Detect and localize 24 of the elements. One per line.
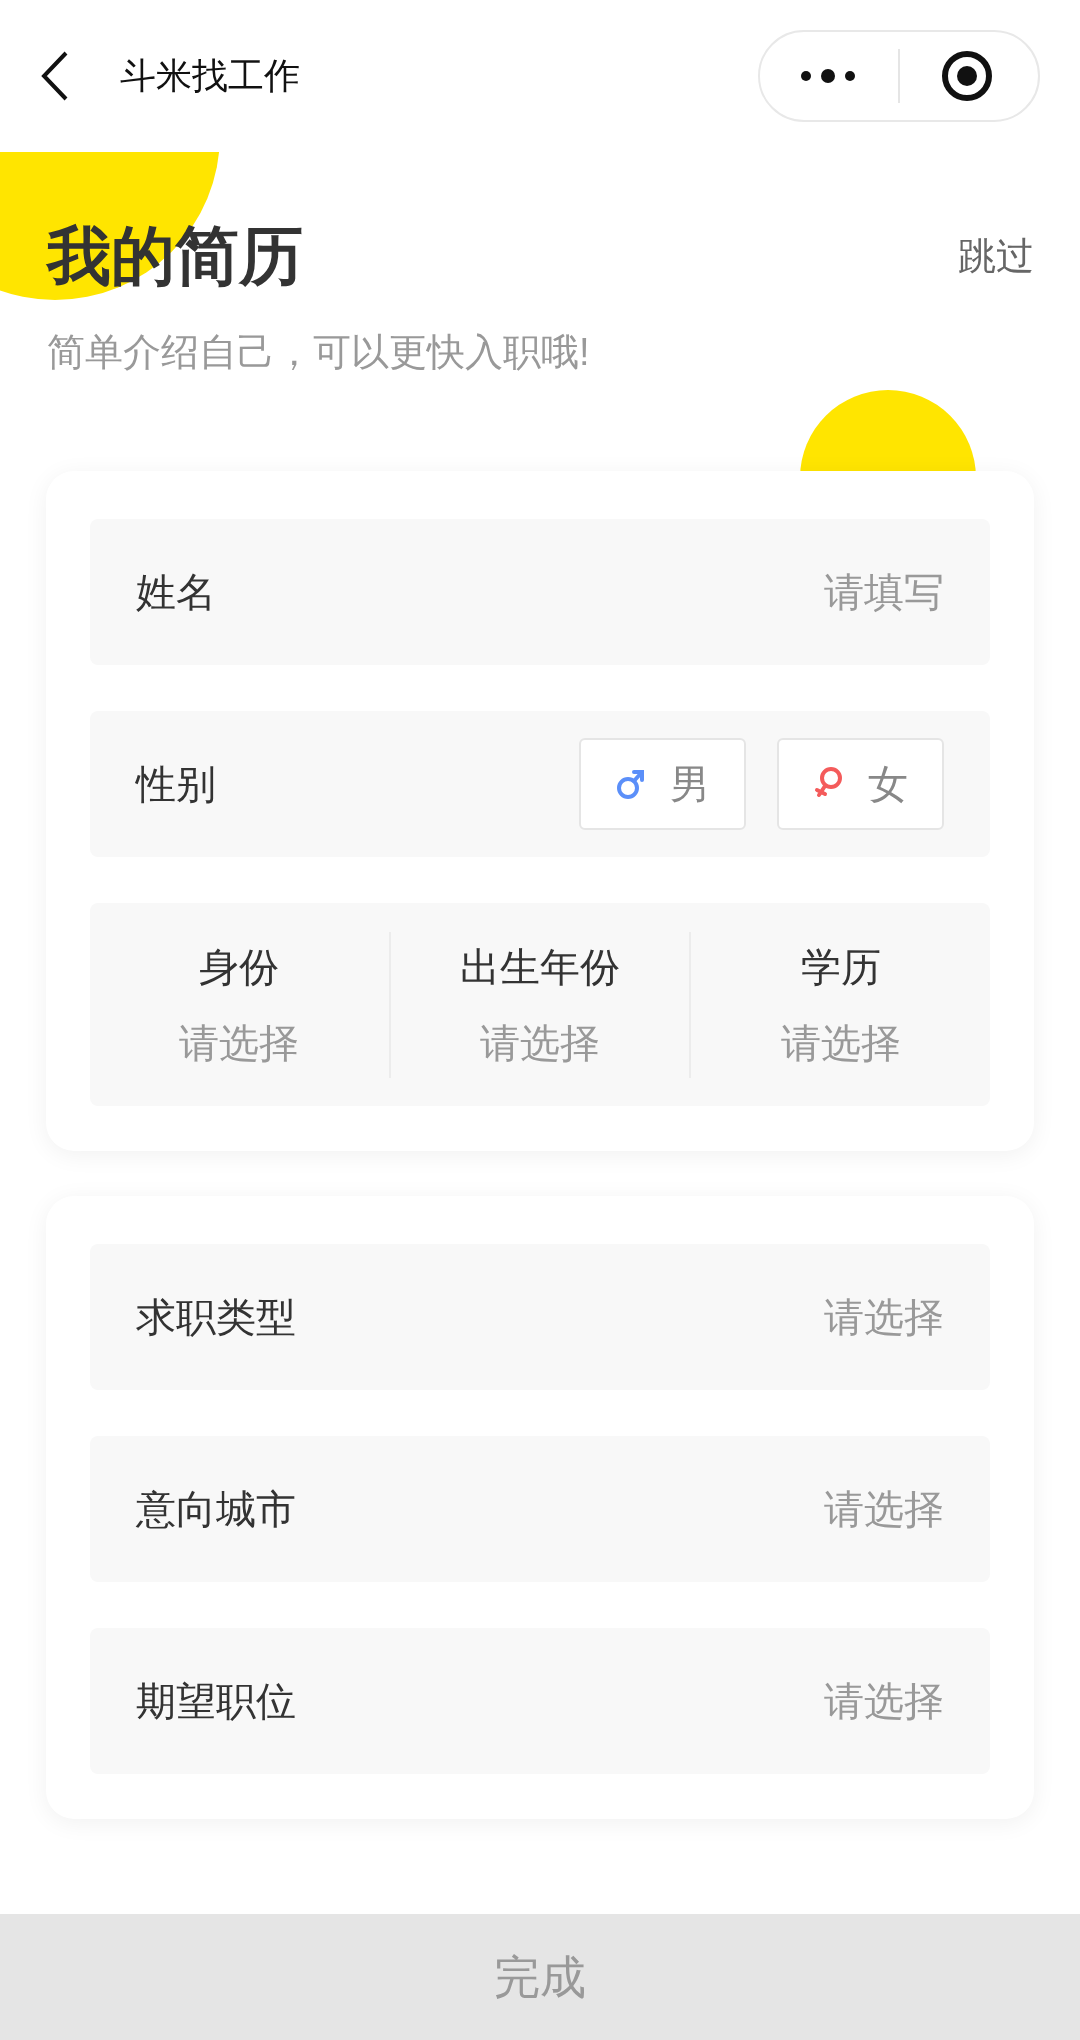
- form-row[interactable]: 求职类型 请选择: [90, 1244, 990, 1390]
- field-label: 求职类型: [136, 1294, 296, 1341]
- page-title: 斗米找工作: [120, 54, 300, 98]
- form-row[interactable]: 姓名 请填写: [90, 519, 990, 665]
- field-label: 期望职位: [136, 1678, 296, 1725]
- skip-link[interactable]: 跳过: [958, 227, 1034, 285]
- gender-option[interactable]: 男: [579, 738, 746, 830]
- subtitle: 简单介绍自己，可以更快入职哦!: [46, 330, 591, 375]
- field-placeholder: 请选择: [824, 1294, 944, 1341]
- field-placeholder: 请填写: [824, 569, 944, 616]
- field-placeholder: 请选择: [824, 1486, 944, 1533]
- form-row[interactable]: 期望职位 请选择: [90, 1628, 990, 1774]
- resume-heading: 我的简历: [47, 219, 303, 294]
- picker-label[interactable]: 身份: [199, 936, 280, 997]
- gender-option[interactable]: 女: [777, 738, 944, 830]
- picker-label[interactable]: 出生年份: [460, 936, 620, 997]
- more-icon[interactable]: [798, 66, 858, 86]
- field-label: 意向城市: [136, 1486, 296, 1533]
- form-row[interactable]: 意向城市 请选择: [90, 1436, 990, 1582]
- back-icon[interactable]: [40, 50, 70, 102]
- field-label: 性别: [136, 761, 216, 808]
- picker-label[interactable]: 学历: [800, 936, 881, 997]
- field-placeholder: 请选择: [824, 1678, 944, 1725]
- field-label: 姓名: [136, 569, 216, 616]
